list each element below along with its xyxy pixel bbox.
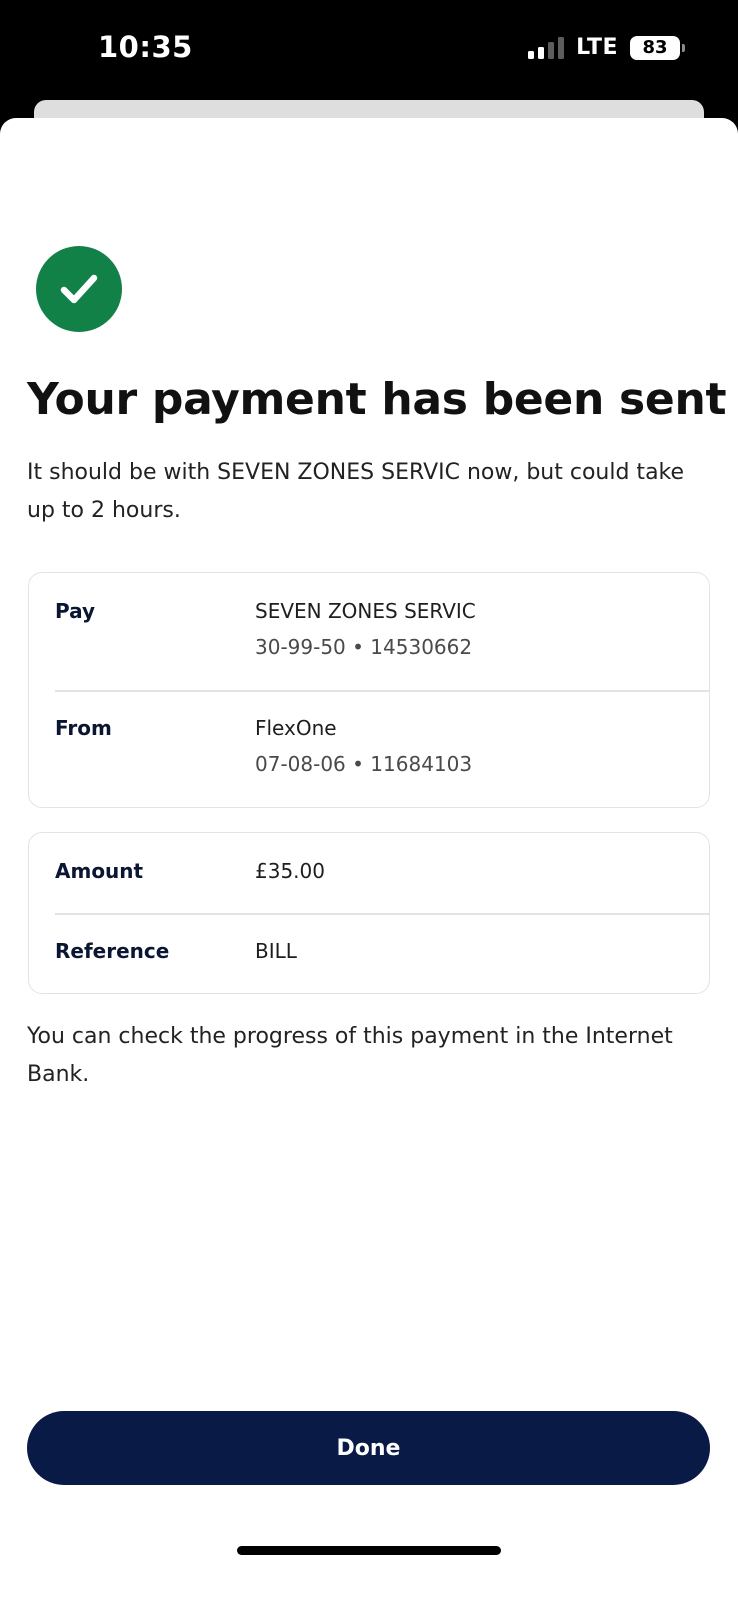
reference-label: Reference	[55, 939, 170, 963]
check-icon	[36, 246, 122, 332]
page-subtitle: It should be with SEVEN ZONES SERVIC now…	[27, 460, 685, 523]
status-time: 10:35	[98, 30, 193, 64]
amount-label: Amount	[55, 859, 144, 883]
battery-icon: 83	[630, 35, 685, 60]
amount-details-card: Amount £35.00 Reference BILL	[28, 832, 710, 994]
page-title: Your payment has been sent	[27, 374, 727, 425]
network-type: LTE	[576, 35, 618, 60]
status-indicators: LTE 83	[528, 35, 685, 60]
signal-icon	[528, 36, 565, 59]
done-button[interactable]: Done	[27, 1411, 710, 1485]
from-row: From FlexOne 07-08-06 • 11684103	[29, 690, 709, 807]
home-indicator[interactable]	[237, 1546, 501, 1555]
amount-row: Amount £35.00	[29, 833, 709, 913]
payee-details-card: Pay SEVEN ZONES SERVIC 30-99-50 • 145306…	[28, 572, 710, 808]
amount-value: £35.00	[255, 859, 325, 883]
from-label: From	[55, 716, 112, 740]
pay-row: Pay SEVEN ZONES SERVIC 30-99-50 • 145306…	[29, 573, 709, 690]
pay-label: Pay	[55, 599, 96, 623]
payment-confirmation-sheet: Your payment has been sent It should be …	[0, 118, 738, 1600]
status-bar: 10:35 LTE 83	[0, 0, 738, 100]
from-account-number: 07-08-06 • 11684103	[255, 752, 473, 776]
reference-row: Reference BILL	[29, 913, 709, 993]
payee-name: SEVEN ZONES SERVIC	[255, 599, 476, 623]
payee-account: 30-99-50 • 14530662	[255, 635, 473, 659]
from-account-name: FlexOne	[255, 716, 337, 740]
reference-value: BILL	[255, 939, 297, 963]
progress-note: You can check the progress of this payme…	[27, 1024, 673, 1087]
battery-level: 83	[642, 37, 668, 58]
